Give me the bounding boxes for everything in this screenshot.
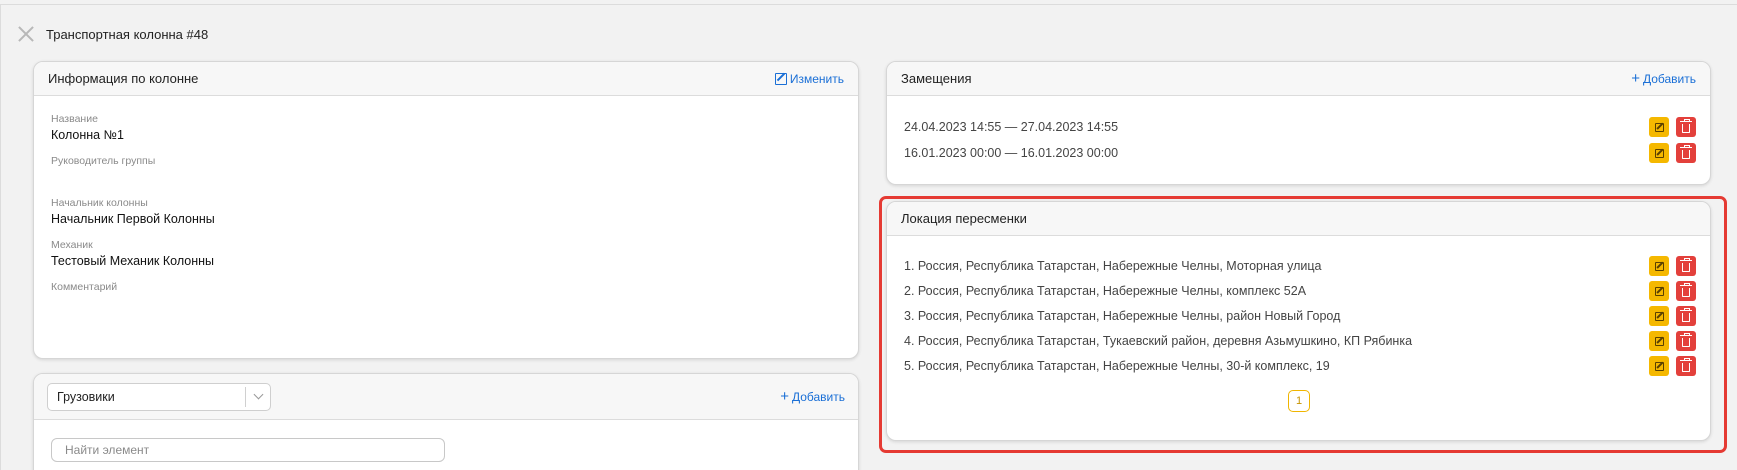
page-title: Транспортная колонна #48 [46,26,209,42]
highlight-frame [879,196,1727,453]
column-info-card: Информация по колонне Изменить Название … [33,61,859,359]
close-icon[interactable] [18,26,34,42]
category-select-value: Грузовики [57,389,115,404]
field-label: Начальник колонны [51,197,148,209]
trucks-header: Грузовики + Добавить [34,374,858,420]
trucks-card: Грузовики + Добавить [33,373,859,470]
edit-button[interactable] [1649,143,1669,163]
field-column-chief: Начальник колонны Начальник Первой Колон… [34,197,858,228]
field-value: Тестовый Механик Колонны [51,254,215,268]
field-value: Колонна №1 [51,128,124,142]
trash-icon [1680,144,1692,159]
substitutions-header: Замещения + Добавить [887,62,1710,96]
search-input[interactable] [51,438,445,462]
field-label: Руководитель группы [51,155,156,167]
substitution-period: 16.01.2023 00:00 — 16.01.2023 00:00 [904,146,1119,160]
edit-icon [1654,148,1664,158]
list-item: 16.01.2023 00:00 — 16.01.2023 00:00 [904,142,1696,164]
plus-icon: + [780,387,789,405]
field-mechanic: Механик Тестовый Механик Колонны [34,239,858,270]
row-actions [1649,143,1696,163]
field-value: Начальник Первой Колонны [51,212,215,226]
edit-button[interactable] [1649,117,1669,137]
field-name: Название Колонна №1 [34,113,858,144]
row-actions [1649,117,1696,137]
list-item: 24.04.2023 14:55 — 27.04.2023 14:55 [904,116,1696,138]
add-substitution-button[interactable]: + Добавить [1631,69,1696,87]
top-bar: Транспортная колонна #48 [18,22,208,46]
edit-info-label: Изменить [789,71,844,86]
chevron-down-icon[interactable] [246,389,270,400]
field-comment: Комментарий [34,281,858,312]
substitution-period: 24.04.2023 14:55 — 27.04.2023 14:55 [904,120,1119,134]
field-group-leader: Руководитель группы [34,155,858,186]
substitutions-title: Замещения [901,71,972,86]
edit-info-button[interactable]: Изменить [774,71,844,86]
field-label: Название [51,113,98,125]
edit-icon [1654,122,1664,132]
add-truck-label: Добавить [791,389,845,404]
plus-icon: + [1631,69,1640,87]
edit-icon [774,72,787,85]
field-label: Механик [51,239,93,251]
category-select[interactable]: Грузовики [47,382,271,411]
column-info-header: Информация по колонне Изменить [34,62,858,96]
add-truck-button[interactable]: + Добавить [780,387,845,405]
add-substitution-label: Добавить [1642,71,1696,86]
delete-button[interactable] [1676,143,1696,163]
trash-icon [1680,118,1692,133]
field-value [51,296,841,312]
column-info-title: Информация по колонне [48,71,199,86]
field-value [51,170,841,186]
delete-button[interactable] [1676,117,1696,137]
substitutions-card: Замещения + Добавить 24.04.2023 14:55 — … [886,61,1711,185]
field-label: Комментарий [51,281,118,293]
